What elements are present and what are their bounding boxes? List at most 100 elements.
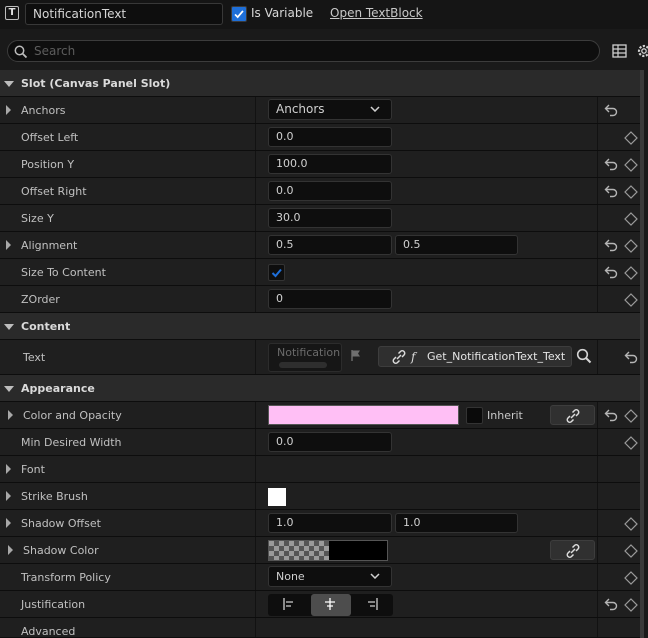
collapse-arrow-icon[interactable] [6,518,11,528]
transform-policy-dropdown[interactable]: None [268,566,392,587]
settings-gear-icon[interactable] [636,43,648,59]
expand-arrow-icon [4,324,14,330]
property-label: Advanced [21,625,76,638]
collapse-arrow-icon[interactable] [6,491,11,501]
min-desired-width-input[interactable]: 0.0 [268,432,392,452]
category-appearance[interactable]: Appearance [0,375,640,402]
collapse-arrow-icon[interactable] [6,240,11,250]
strike-brush-preview[interactable] [268,488,286,506]
category-label: Slot (Canvas Panel Slot) [21,77,171,90]
scrollbar[interactable] [640,70,644,638]
property-strike-brush: Strike Brush [0,483,640,510]
property-label: Font [21,463,45,476]
reset-to-default-icon[interactable] [604,597,618,611]
color-binding-button[interactable] [550,405,595,425]
add-keyframe-icon[interactable] [624,239,638,253]
property-binding-button[interactable]: f Get_NotificationText_Text [378,346,572,367]
add-keyframe-icon[interactable] [624,266,638,280]
alignment-x-input[interactable]: 0.5 [268,235,392,255]
shadow-offset-x-input[interactable]: 1.0 [268,513,392,533]
add-keyframe-icon[interactable] [624,212,638,226]
property-alignment: Alignment 0.5 0.5 [0,232,640,259]
property-label: Min Desired Width [21,436,122,449]
add-keyframe-icon[interactable] [624,571,638,585]
align-left-icon [283,598,293,610]
justify-left-button[interactable] [270,594,310,616]
property-advanced[interactable]: Advanced [0,618,640,638]
add-keyframe-icon[interactable] [624,598,638,612]
property-label: Size Y [21,212,54,225]
collapse-arrow-icon[interactable] [8,410,13,420]
anchors-dropdown[interactable]: Anchors [268,99,392,120]
reset-to-default-icon[interactable] [604,238,618,252]
property-label: Size To Content [21,266,106,279]
add-keyframe-icon[interactable] [624,436,638,450]
text-block-icon: T [5,6,19,20]
reset-to-default-icon[interactable] [604,265,618,279]
size-y-input[interactable]: 30.0 [268,208,392,228]
offset-right-input[interactable]: 0.0 [268,181,392,201]
add-keyframe-icon[interactable] [624,409,638,423]
offset-left-input[interactable]: 0.0 [268,127,392,147]
add-keyframe-icon[interactable] [624,185,638,199]
inherit-checkbox[interactable] [466,407,483,424]
collapse-arrow-icon[interactable] [8,545,13,555]
property-label: Justification [21,598,86,611]
reset-to-default-icon[interactable] [604,103,618,117]
justify-right-button[interactable] [353,594,393,616]
reset-to-default-icon[interactable] [624,350,638,364]
category-slot[interactable]: Slot (Canvas Panel Slot) [0,70,640,97]
property-font: Font [0,456,640,483]
details-header: T NotificationText Is Variable Open Text… [0,0,648,29]
is-variable-label: Is Variable [251,6,314,20]
link-icon [566,544,580,558]
position-y-input[interactable]: 100.0 [268,154,392,174]
add-keyframe-icon[interactable] [624,544,638,558]
shadow-color-binding-button[interactable] [550,540,595,560]
expand-arrow-icon [4,386,14,392]
color-swatch[interactable] [268,405,459,425]
text-value-editor[interactable]: Notification [268,343,342,372]
add-keyframe-icon[interactable] [624,517,638,531]
anchors-value: Anchors [276,102,325,116]
localization-flag-icon[interactable] [350,349,362,362]
search-input[interactable]: Search [7,40,600,62]
checkmark-icon [234,10,244,18]
add-keyframe-icon[interactable] [624,158,638,172]
property-label: Anchors [21,104,66,117]
property-transform-policy: Transform Policy None [0,564,640,591]
details-panel: Slot (Canvas Panel Slot) Anchors Anchors… [0,70,648,638]
property-min-desired-width: Min Desired Width 0.0 [0,429,640,456]
add-keyframe-icon[interactable] [624,293,638,307]
align-center-icon [325,598,335,610]
shadow-color-swatch[interactable] [268,540,388,561]
property-label: Alignment [21,239,78,252]
property-label: Text [23,351,46,364]
add-keyframe-icon[interactable] [624,131,638,145]
open-textblock-link[interactable]: Open TextBlock [330,6,423,20]
property-label: Color and Opacity [23,409,122,422]
reset-to-default-icon[interactable] [604,157,618,171]
property-text: Text Notification f Get_NotificationText… [0,340,640,375]
size-to-content-checkbox[interactable] [268,264,285,281]
justify-center-button[interactable] [311,594,351,616]
browse-search-icon[interactable] [576,348,592,364]
shadow-offset-y-input[interactable]: 1.0 [395,513,518,533]
alignment-y-input[interactable]: 0.5 [395,235,518,255]
collapse-arrow-icon[interactable] [6,105,11,115]
is-variable-checkbox[interactable] [231,6,247,22]
property-label: Transform Policy [21,571,111,584]
property-zorder: ZOrder 0 [0,286,640,313]
category-content[interactable]: Content [0,313,640,340]
reset-to-default-icon[interactable] [604,184,618,198]
category-label: Content [21,320,71,333]
text-scroll-bar [279,362,327,368]
checkmark-icon [271,268,282,278]
zorder-input[interactable]: 0 [268,289,392,309]
collapse-arrow-icon[interactable] [6,464,11,474]
reset-to-default-icon[interactable] [604,408,618,422]
property-matrix-icon[interactable] [612,44,628,58]
svg-text:f: f [410,350,418,364]
transform-policy-value: None [276,570,305,583]
widget-name-input[interactable]: NotificationText [25,3,223,25]
